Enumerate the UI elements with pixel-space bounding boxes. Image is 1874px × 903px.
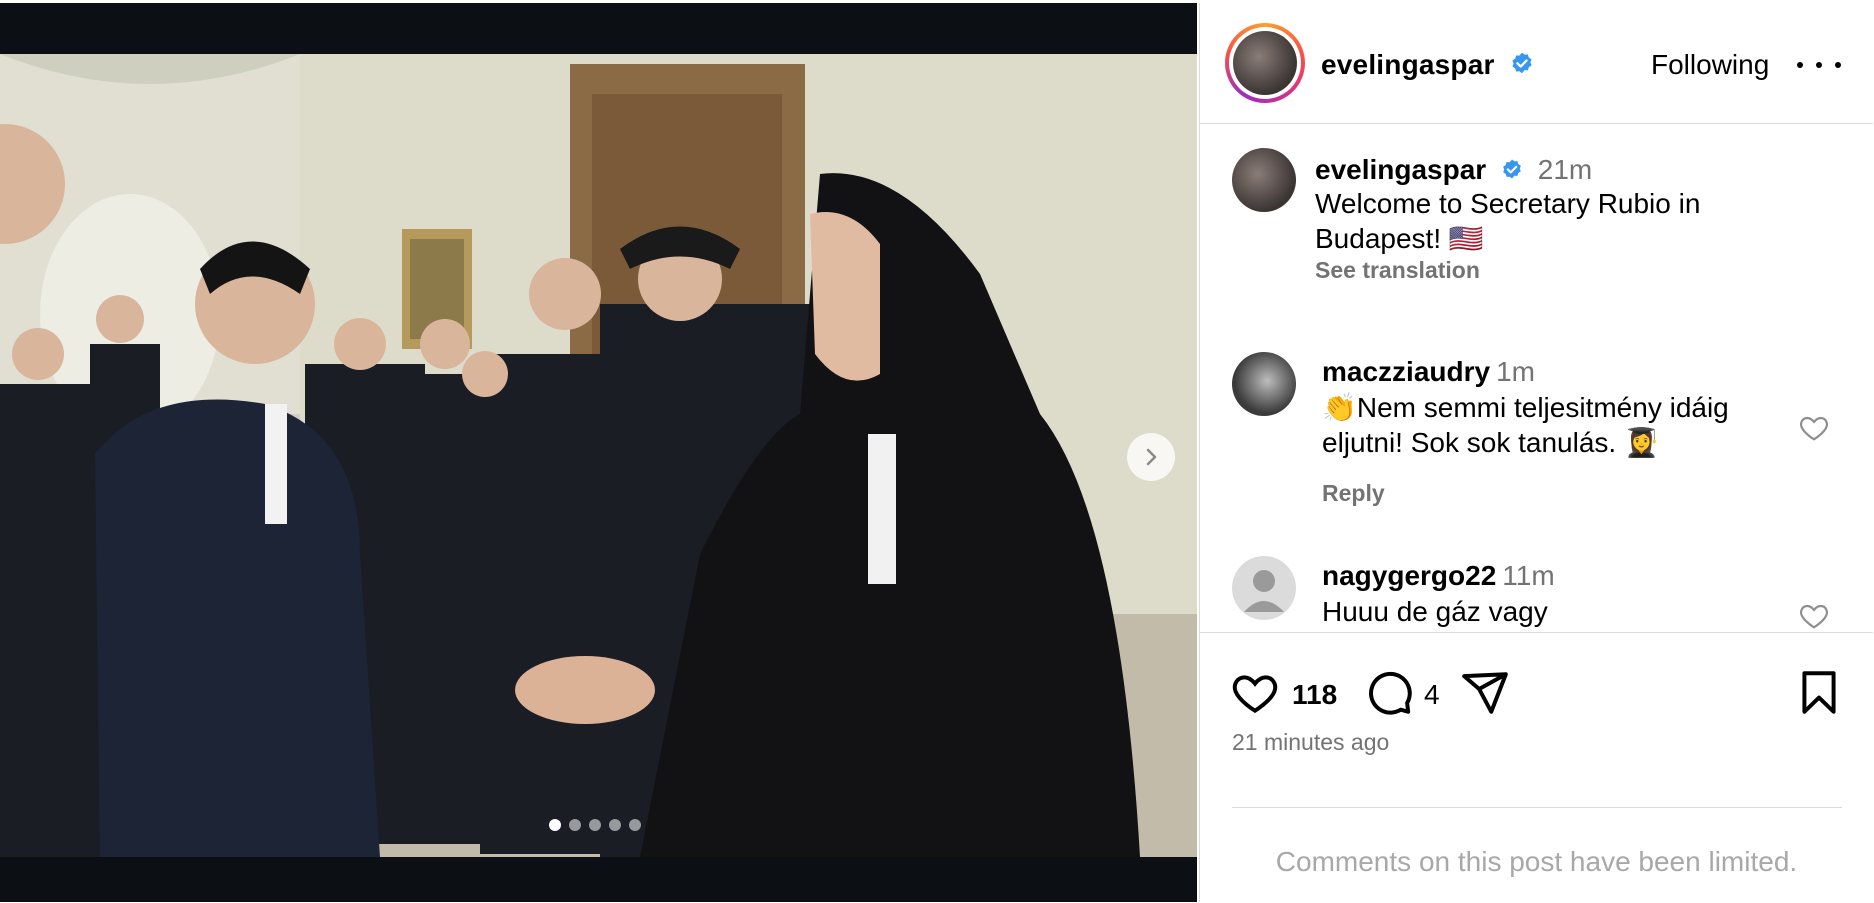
carousel-dot[interactable]	[569, 819, 581, 831]
carousel-dot[interactable]	[589, 819, 601, 831]
caption-line: Budapest! 🇺🇸	[1315, 223, 1484, 254]
comment-time: 1m	[1496, 356, 1535, 387]
comments-limited-notice: Comments on this post have been limited.	[1275, 846, 1798, 877]
comment-line: Huuu de gáz vagy	[1322, 596, 1548, 627]
verified-badge-icon	[1512, 52, 1532, 74]
chevron-right-icon	[1146, 448, 1157, 466]
author-username[interactable]: evelingaspar	[1321, 49, 1535, 81]
action-bar: 118 4 21 minutes ago Comments on this po…	[1200, 632, 1873, 903]
carousel-dot[interactable]	[609, 819, 621, 831]
media-panel	[0, 3, 1197, 902]
caption-avatar[interactable]	[1232, 148, 1296, 212]
caption-text: Welcome to Secretary Rubio in Budapest! …	[1315, 186, 1700, 256]
comment-text: 👏Nem semmi teljesitmény idáig eljutni! S…	[1322, 390, 1729, 460]
caption-username-text[interactable]: evelingaspar	[1315, 154, 1486, 185]
caption-line: Welcome to Secretary Rubio in	[1315, 188, 1701, 219]
more-icon	[1797, 62, 1803, 68]
heart-icon[interactable]	[1230, 668, 1280, 718]
author-username-text[interactable]: evelingaspar	[1321, 49, 1495, 80]
comment-username-text[interactable]: maczziaudry	[1322, 356, 1490, 387]
post-details-panel: evelingaspar Following evelingaspar 21m …	[1199, 3, 1874, 902]
carousel-dot[interactable]	[629, 819, 641, 831]
comment-like-heart-icon[interactable]	[1798, 600, 1830, 632]
comment-like-heart-icon[interactable]	[1798, 412, 1830, 444]
caption-time: 21m	[1537, 154, 1593, 185]
share-icon[interactable]	[1460, 668, 1510, 718]
comment-avatar[interactable]	[1232, 352, 1296, 416]
carousel-dot[interactable]	[549, 819, 561, 831]
carousel-indicator	[549, 819, 641, 831]
post-photo	[0, 54, 1197, 857]
comment-time: 11m	[1502, 560, 1555, 591]
post-timestamp[interactable]: 21 minutes ago	[1232, 729, 1389, 756]
reply-button[interactable]: Reply	[1322, 480, 1385, 507]
instagram-post-view: evelingaspar Following evelingaspar 21m …	[0, 0, 1874, 902]
like-count[interactable]: 118	[1292, 679, 1337, 711]
caption-username[interactable]: evelingaspar 21m	[1315, 154, 1592, 186]
verified-badge-icon	[1503, 159, 1521, 179]
comments-section: evelingaspar 21m Welcome to Secretary Ru…	[1200, 124, 1873, 632]
author-avatar[interactable]	[1225, 23, 1305, 103]
following-button[interactable]: Following	[1651, 49, 1769, 81]
post-header: evelingaspar Following	[1200, 3, 1873, 124]
comment-username[interactable]: nagygergo22 11m	[1322, 560, 1555, 592]
comment-avatar[interactable]	[1232, 556, 1296, 620]
see-translation-link[interactable]: See translation	[1315, 257, 1480, 284]
bookmark-icon[interactable]	[1794, 668, 1844, 718]
comment-count: 4	[1424, 679, 1440, 710]
comment-username[interactable]: maczziaudry 1m	[1322, 356, 1535, 388]
carousel-next-button[interactable]	[1127, 433, 1175, 481]
default-user-icon	[1244, 570, 1284, 612]
comment-icon[interactable]	[1364, 668, 1414, 718]
comment-text: Huuu de gáz vagy	[1322, 594, 1548, 629]
divider	[1232, 807, 1842, 808]
more-options-button[interactable]	[1797, 49, 1841, 81]
comment-line: 👏Nem semmi teljesitmény idáig	[1322, 392, 1729, 423]
comment-line: eljutni! Sok sok tanulás. 👩‍🎓	[1322, 427, 1659, 458]
comment-username-text[interactable]: nagygergo22	[1322, 560, 1496, 591]
